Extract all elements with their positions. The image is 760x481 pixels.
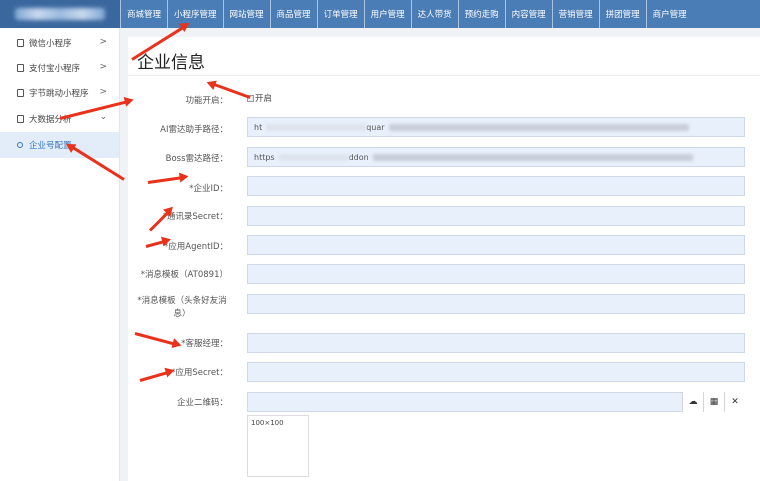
redacted-text bbox=[388, 124, 689, 131]
enable-checkbox-group[interactable]: 开启 bbox=[247, 92, 272, 104]
top-navbar: 商城管理 小程序管理 网站管理 商品管理 订单管理 用户管理 达人带货 预约走购… bbox=[0, 0, 760, 28]
boss-path-label: Boss雷达路径： bbox=[165, 154, 228, 164]
boss-path-value-start: https bbox=[254, 153, 275, 162]
agent-id-input[interactable] bbox=[247, 235, 745, 255]
manager-label: *客服经理： bbox=[181, 339, 228, 349]
close-icon[interactable]: ✕ bbox=[724, 392, 745, 412]
nav-item-group-buy[interactable]: 拼团管理 bbox=[598, 0, 646, 28]
nav-item-merchants[interactable]: 商户管理 bbox=[645, 0, 693, 28]
chevron-right-icon: > bbox=[99, 87, 107, 97]
nav-item-content[interactable]: 内容管理 bbox=[504, 0, 552, 28]
redacted-text bbox=[266, 124, 367, 131]
mini-program-icon bbox=[17, 88, 24, 97]
msg-template-friend-input[interactable] bbox=[247, 294, 745, 314]
logo-image bbox=[15, 8, 105, 20]
chevron-right-icon: > bbox=[99, 37, 107, 47]
nav-item-mall[interactable]: 商城管理 bbox=[120, 0, 167, 28]
contacts-secret-input[interactable] bbox=[247, 206, 745, 226]
nav-item-website[interactable]: 网站管理 bbox=[222, 0, 270, 28]
agent-id-label: *应用AgentID： bbox=[164, 242, 228, 252]
qrcode-input[interactable] bbox=[247, 392, 745, 412]
ai-path-value-start: ht bbox=[254, 123, 263, 132]
mini-program-icon bbox=[17, 114, 24, 123]
enable-label: 功能开启： bbox=[185, 96, 228, 106]
circle-icon bbox=[17, 142, 23, 148]
chevron-down-icon: ⌄ bbox=[99, 112, 107, 122]
mini-program-icon bbox=[17, 63, 24, 72]
boss-path-input[interactable]: https ddon bbox=[247, 147, 745, 167]
main-content: 企业信息 功能开启： 开启 AI雷达助手路径： ht quar Boss雷达路径：… bbox=[128, 37, 760, 481]
nav-item-marketing[interactable]: 营销管理 bbox=[551, 0, 599, 28]
manager-input[interactable] bbox=[247, 333, 745, 353]
sidebar-item-label: 支付宝小程序 bbox=[29, 63, 81, 74]
nav-item-products[interactable]: 商品管理 bbox=[269, 0, 317, 28]
sidebar-item-bytedance[interactable]: 字节跳动小程序 > bbox=[0, 80, 119, 105]
msg-template-friend-label: *消息模板（头条好友消息） bbox=[137, 296, 227, 319]
sidebar-item-wechat[interactable]: 微信小程序 > bbox=[0, 30, 119, 55]
qrcode-preview: 100×100 bbox=[247, 415, 309, 477]
ai-path-label: AI雷达助手路径： bbox=[160, 125, 228, 135]
nav-item-users[interactable]: 用户管理 bbox=[363, 0, 411, 28]
msg-template-input[interactable] bbox=[247, 264, 745, 284]
nav-item-orders[interactable]: 订单管理 bbox=[316, 0, 364, 28]
qrcode-placeholder: 100×100 bbox=[251, 419, 284, 427]
app-secret-input[interactable] bbox=[247, 362, 745, 382]
sidebar-item-alipay[interactable]: 支付宝小程序 > bbox=[0, 55, 119, 80]
upload-icon[interactable]: ☁ bbox=[682, 392, 703, 412]
sidebar-item-label: 字节跳动小程序 bbox=[29, 88, 89, 99]
divider bbox=[128, 75, 760, 76]
mini-program-icon bbox=[17, 38, 24, 47]
top-nav-menu: 商城管理 小程序管理 网站管理 商品管理 订单管理 用户管理 达人带货 预约走购… bbox=[120, 0, 693, 28]
nav-item-mini-program[interactable]: 小程序管理 bbox=[167, 0, 223, 28]
sidebar-item-enterprise-config[interactable]: 企业号配置 bbox=[0, 132, 119, 158]
qrcode-actions: ☁ ▦ ✕ bbox=[682, 392, 745, 412]
app-secret-label: *应用Secret： bbox=[171, 368, 228, 378]
msg-template-label: *消息模板（AT0891） bbox=[140, 270, 228, 280]
sidebar: 微信小程序 > 支付宝小程序 > 字节跳动小程序 > 大数据分析 ⌄ 企业号配置 bbox=[0, 28, 120, 481]
logo bbox=[0, 0, 120, 28]
qrcode-label: 企业二维码： bbox=[176, 398, 228, 408]
redacted-text bbox=[278, 154, 349, 161]
enable-checkbox-label: 开启 bbox=[255, 94, 273, 104]
ai-path-value-mid: quar bbox=[366, 123, 385, 132]
sidebar-item-label: 微信小程序 bbox=[29, 38, 72, 49]
nav-item-influencer[interactable]: 达人带货 bbox=[410, 0, 458, 28]
grid-icon[interactable]: ▦ bbox=[703, 392, 724, 412]
corp-id-label: *企业ID： bbox=[189, 184, 228, 194]
chevron-right-icon: > bbox=[99, 62, 107, 72]
nav-item-booking[interactable]: 预约走购 bbox=[457, 0, 505, 28]
boss-path-value-mid: ddon bbox=[348, 153, 369, 162]
corp-id-input[interactable] bbox=[247, 176, 745, 196]
redacted-text bbox=[372, 154, 693, 161]
ai-path-input[interactable]: ht quar bbox=[247, 117, 745, 137]
